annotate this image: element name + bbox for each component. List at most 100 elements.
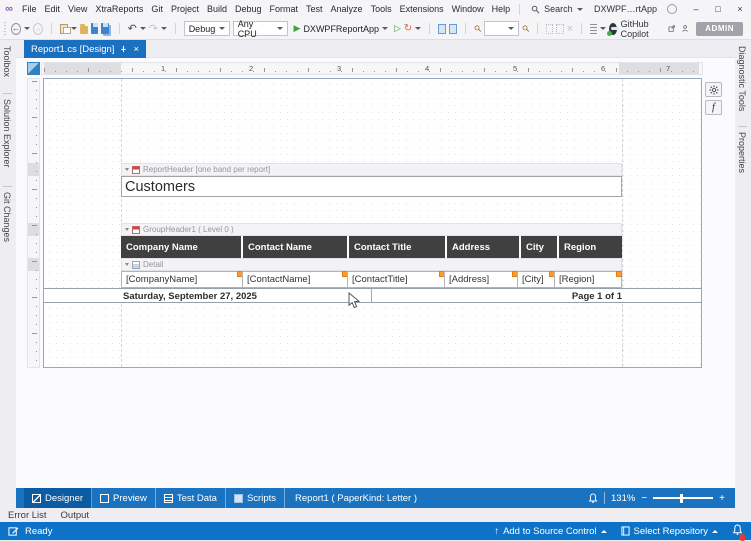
report-tasks-gear-button[interactable] (705, 82, 722, 97)
scripts-fx-button[interactable]: f (705, 100, 722, 115)
minimize-button[interactable]: – (685, 4, 707, 14)
start-debugging-button[interactable]: ▶ DXWPFReportApp (291, 23, 391, 34)
add-user-icon[interactable] (682, 23, 689, 34)
ruler-corner-select-icon[interactable] (27, 62, 40, 75)
detail-row[interactable]: [CompanyName] [ContactName] [ContactTitl… (121, 271, 622, 288)
menu-window[interactable]: Window (448, 4, 488, 14)
report-explorer-icon[interactable] (437, 23, 447, 34)
collapse-chevron-icon[interactable] (125, 263, 129, 266)
menu-git[interactable]: Git (147, 4, 167, 14)
hot-reload-icon[interactable]: ↻ (404, 23, 412, 34)
collapse-chevron-icon[interactable] (125, 228, 129, 231)
undo-icon[interactable]: ↶ (128, 22, 137, 35)
page-info-label[interactable]: Page 1 of 1 (371, 291, 622, 302)
debug-configuration-select[interactable]: Debug (183, 21, 230, 36)
divider (519, 3, 521, 15)
redo-dropdown[interactable] (161, 27, 168, 30)
arrange-items-icon[interactable] (589, 23, 597, 34)
sidebar-tab-solution-explorer[interactable]: Solution Explorer (2, 99, 12, 168)
table-header-row[interactable]: Company Name Contact Name Contact Title … (121, 236, 622, 258)
menu-analyze[interactable]: Analyze (327, 4, 367, 14)
zoom-in-icon[interactable] (474, 23, 481, 34)
smart-tag[interactable] (616, 271, 622, 277)
zoom-out-button[interactable]: − (641, 493, 647, 504)
field-list-icon[interactable] (449, 23, 458, 34)
sidebar-tab-properties[interactable]: Properties (737, 132, 747, 173)
add-to-source-control-button[interactable]: ↑ Add to Source Control (494, 526, 607, 537)
maximize-button[interactable]: □ (707, 4, 729, 14)
header-cell-address[interactable]: Address (447, 236, 521, 258)
field-cell-region[interactable]: [Region] (554, 271, 622, 288)
menu-debug[interactable]: Debug (231, 4, 266, 14)
zoom-slider[interactable] (653, 493, 714, 503)
menu-help[interactable]: Help (488, 4, 515, 14)
toolbar-grip[interactable] (4, 22, 7, 35)
sidebar-tab-diagnostic-tools[interactable]: Diagnostic Tools (737, 46, 747, 111)
report-title-label[interactable]: Customers (121, 176, 622, 197)
platform-select[interactable]: Any CPU (232, 19, 288, 39)
zoom-slider-thumb[interactable] (679, 493, 683, 503)
save-icon[interactable] (90, 23, 99, 34)
detail-band-strip[interactable]: Detail (121, 258, 622, 271)
sidebar-tab-git-changes[interactable]: Git Changes (2, 192, 12, 242)
tab-preview[interactable]: Preview (92, 488, 156, 508)
bell-icon[interactable] (588, 492, 598, 504)
header-cell-company-name[interactable]: Company Name (121, 236, 243, 258)
close-button[interactable]: × (729, 4, 751, 14)
close-icon[interactable]: × (133, 44, 139, 55)
navigate-back-icon[interactable]: ← (11, 22, 22, 35)
page-footer-row[interactable]: Saturday, September 27, 2025 Page 1 of 1 (44, 288, 701, 303)
menu-edit[interactable]: Edit (41, 4, 65, 14)
start-without-debugging-icon[interactable]: ▷ (394, 23, 401, 34)
field-cell-address[interactable]: [Address] (444, 271, 518, 288)
report-header-band-strip[interactable]: ReportHeader [one band per report] (121, 163, 622, 176)
menu-view[interactable]: View (64, 4, 91, 14)
tab-designer[interactable]: Designer (24, 488, 93, 508)
field-cell-contact-name[interactable]: [ContactName] (242, 271, 348, 288)
field-cell-company-name[interactable]: [CompanyName] (121, 271, 243, 288)
menu-tools[interactable]: Tools (367, 4, 396, 14)
header-cell-contact-title[interactable]: Contact Title (349, 236, 447, 258)
header-cell-contact-name[interactable]: Contact Name (243, 236, 349, 258)
group-header-band-strip[interactable]: GroupHeader1 ( Level 0 ) (121, 223, 622, 236)
menu-build[interactable]: Build (203, 4, 231, 14)
collapse-chevron-icon[interactable] (125, 168, 129, 171)
menu-file[interactable]: File (18, 4, 41, 14)
hot-reload-dropdown[interactable] (415, 27, 422, 30)
arrange-items-dropdown[interactable] (599, 27, 606, 30)
field-cell-contact-title[interactable]: [ContactTitle] (347, 271, 445, 288)
menu-project[interactable]: Project (167, 4, 203, 14)
print-date-label[interactable]: Saturday, September 27, 2025 (123, 291, 257, 302)
tab-scripts[interactable]: Scripts (226, 488, 286, 508)
share-session-icon[interactable] (668, 23, 676, 34)
header-cell-region[interactable]: Region (559, 236, 622, 258)
sidebar-tab-toolbox[interactable]: Toolbox (2, 46, 12, 77)
tab-report1-design[interactable]: Report1.cs [Design] × (24, 40, 146, 58)
tab-test-data[interactable]: Test Data (156, 488, 226, 508)
tab-output[interactable]: Output (61, 510, 90, 521)
zoom-in-button[interactable]: + (719, 493, 725, 504)
github-copilot-button[interactable]: GitHub Copilot (606, 19, 660, 39)
notifications-button[interactable] (732, 523, 746, 541)
save-all-icon[interactable] (101, 23, 109, 34)
tab-error-list[interactable]: Error List (8, 510, 47, 521)
menu-format[interactable]: Format (266, 4, 303, 14)
admin-button[interactable]: ADMIN (696, 21, 743, 36)
navigate-back-dropdown[interactable] (24, 27, 31, 30)
menu-extensions[interactable]: Extensions (396, 4, 448, 14)
zoom-out-icon[interactable] (522, 23, 529, 34)
select-repository-button[interactable]: Select Repository (620, 526, 718, 537)
header-cell-city[interactable]: City (521, 236, 559, 258)
report-page[interactable]: ReportHeader [one band per report] Custo… (43, 78, 702, 368)
new-project-dropdown[interactable] (70, 27, 77, 30)
new-project-icon[interactable] (59, 23, 71, 34)
search-box[interactable]: Search (531, 4, 583, 14)
menu-xtrareports[interactable]: XtraReports (91, 4, 147, 14)
field-cell-city[interactable]: [City] (517, 271, 555, 288)
undo-dropdown[interactable] (139, 27, 146, 30)
zoom-level-combo[interactable] (484, 21, 519, 36)
pin-icon[interactable] (120, 45, 127, 53)
open-folder-icon[interactable] (79, 24, 88, 34)
feedback-icon[interactable] (667, 4, 677, 14)
menu-test[interactable]: Test (302, 4, 327, 14)
